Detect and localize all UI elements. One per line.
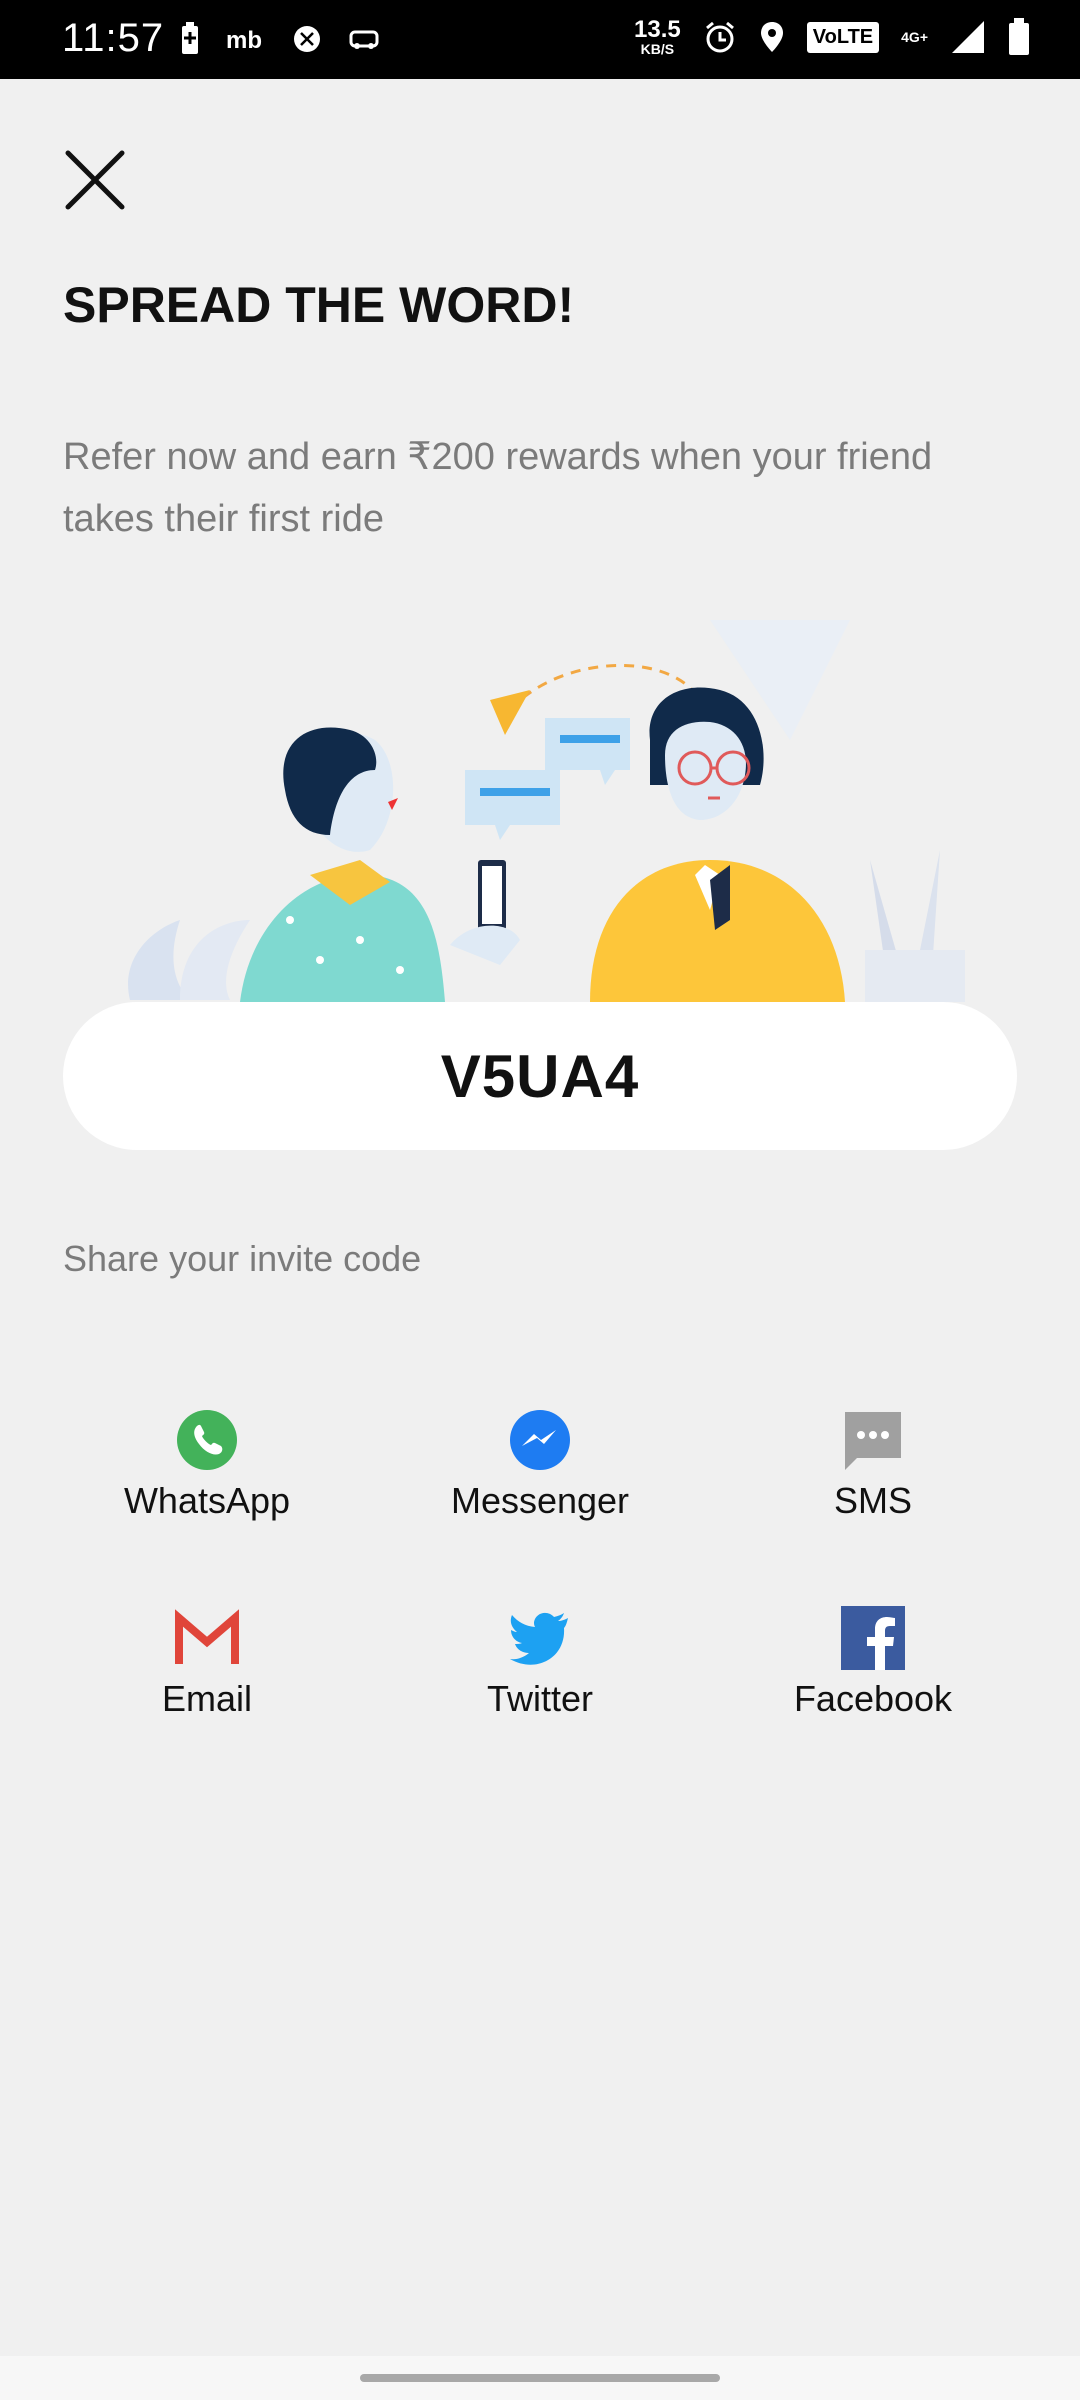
share-label-email: Email <box>161 1678 253 1719</box>
page-title: SPREAD THE WORD! <box>63 277 575 333</box>
signal-icon <box>952 21 984 53</box>
volte-badge: VoLTE <box>806 21 880 53</box>
close-button[interactable] <box>60 145 130 215</box>
battery-icon <box>1009 18 1029 55</box>
share-sms-button[interactable]: SMS <box>706 1408 1040 1538</box>
page-subtitle: Refer now and earn ₹200 rewards when you… <box>63 436 933 540</box>
twitter-icon <box>510 1612 568 1665</box>
home-indicator[interactable] <box>360 2374 720 2382</box>
share-facebook-button[interactable]: Facebook <box>706 1606 1040 1736</box>
alarm-icon <box>705 21 734 53</box>
close-icon <box>65 150 125 210</box>
messenger-icon <box>510 1410 570 1470</box>
sms-icon <box>845 1412 901 1470</box>
location-icon <box>760 22 783 52</box>
net-speed: 13.5 KB/S <box>634 16 681 57</box>
invite-code: V5UA4 <box>440 1042 640 1110</box>
gmail-icon <box>175 1609 239 1664</box>
share-label-whatsapp: WhatsApp <box>123 1480 291 1521</box>
network-type: 4G+ <box>901 29 928 45</box>
share-twitter-button[interactable]: Twitter <box>373 1606 707 1736</box>
battery-charging-icon <box>182 22 198 54</box>
mb-icon: mb <box>226 27 262 52</box>
share-messenger-button[interactable]: Messenger <box>373 1408 707 1538</box>
share-email-button[interactable]: Email <box>40 1606 374 1736</box>
facebook-icon <box>841 1606 905 1670</box>
status-time: 11:57 <box>62 16 165 60</box>
svg-text:mb: mb <box>226 27 262 52</box>
share-label-messenger: Messenger <box>450 1480 630 1521</box>
whatsapp-icon <box>177 1410 237 1470</box>
share-label-facebook: Facebook <box>793 1678 953 1719</box>
share-label-twitter: Twitter <box>486 1678 593 1719</box>
share-label: Share your invite code <box>63 1238 422 1279</box>
share-whatsapp-button[interactable]: WhatsApp <box>40 1408 374 1538</box>
invite-code-box[interactable]: V5UA4 <box>63 1002 1017 1150</box>
referral-illustration <box>128 620 965 1002</box>
share-label-sms: SMS <box>833 1480 912 1521</box>
status-bar: 11:57 mb 13.5 KB/S VoLTE 4G+ <box>0 0 1080 79</box>
dnd-icon <box>294 26 320 52</box>
car-icon <box>349 30 379 49</box>
